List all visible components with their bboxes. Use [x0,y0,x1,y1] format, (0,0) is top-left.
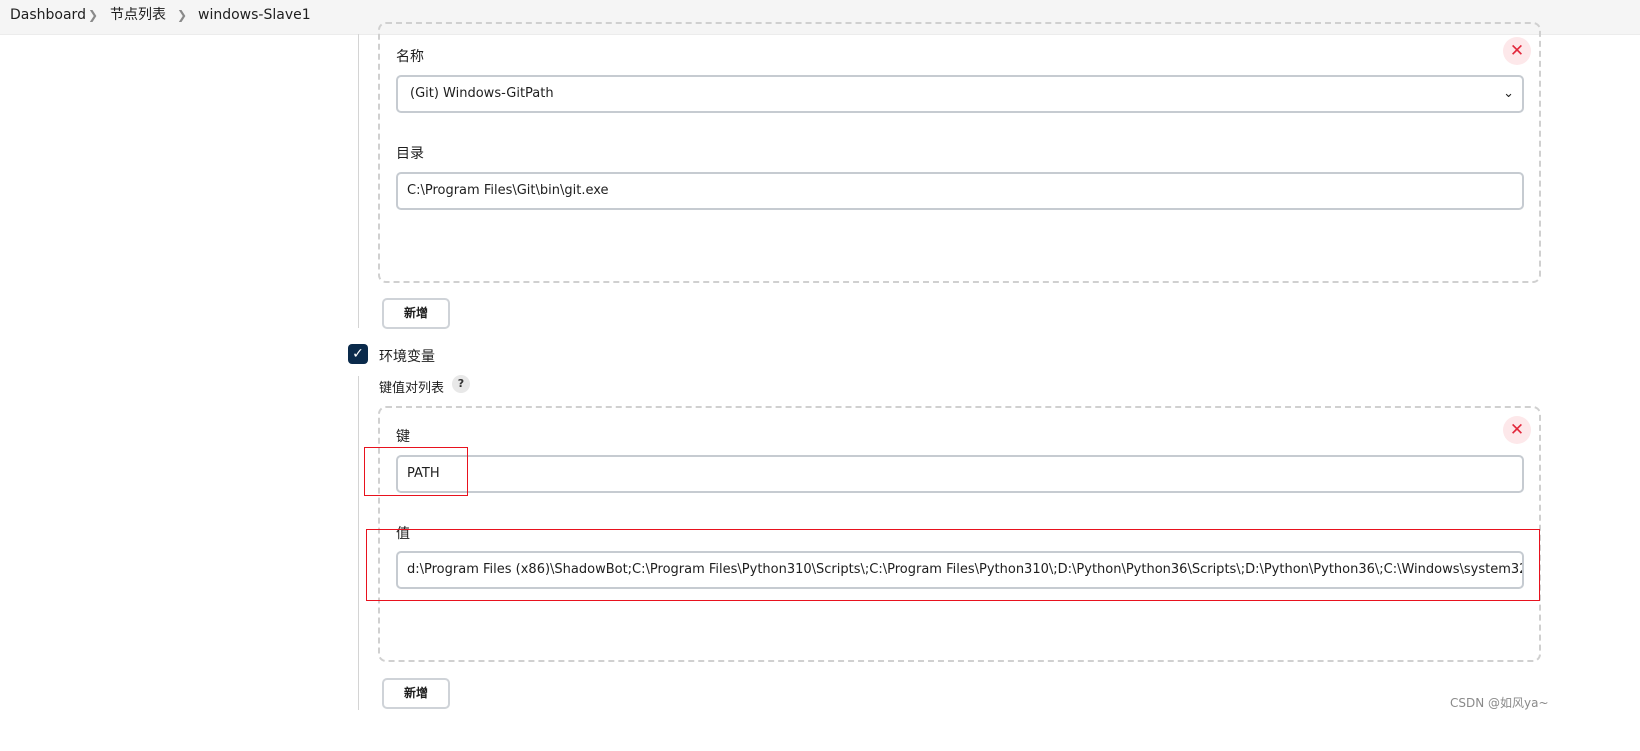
section-guide-line [358,376,359,710]
tool-name-select-value: (Git) Windows-GitPath [410,86,554,101]
chevron-down-icon: ⌄ [1503,86,1514,101]
tool-dir-label: 目录 [396,146,424,162]
tool-dir-input-value: C:\Program Files\Git\bin\git.exe [407,183,609,198]
close-icon: ✕ [1509,420,1525,440]
help-icon[interactable]: ? [452,375,470,393]
delete-env-var-button[interactable]: ✕ [1503,416,1531,444]
breadcrumb-node-name[interactable]: windows-Slave1 [198,0,311,30]
annotation-highlight-key [364,447,468,496]
watermark: CSDN @如风ya~ [1450,696,1549,710]
env-vars-label[interactable]: 环境变量 [379,346,435,366]
annotation-highlight-value [366,529,1540,601]
breadcrumb-node-list[interactable]: 节点列表 [110,0,166,30]
env-key-input[interactable]: PATH [396,455,1524,493]
add-env-var-button[interactable]: 新增 [382,678,450,709]
env-key-label: 键 [396,429,410,445]
kv-list-label: 键值对列表 [379,381,445,396]
tool-dir-input[interactable]: C:\Program Files\Git\bin\git.exe [396,172,1524,210]
chevron-right-icon: ❯ [88,8,99,22]
chevron-right-icon: ❯ [177,8,188,22]
check-icon: ✓ [352,346,364,362]
env-vars-checkbox[interactable]: ✓ [348,344,368,364]
delete-tool-button[interactable]: ✕ [1503,37,1531,65]
add-tool-button[interactable]: 新增 [382,298,450,329]
tool-name-select[interactable]: (Git) Windows-GitPath ⌄ [396,75,1524,113]
tool-location-item [378,22,1541,283]
breadcrumb-dashboard[interactable]: Dashboard [10,0,86,30]
tool-name-label: 名称 [396,49,424,65]
close-icon: ✕ [1509,41,1525,61]
section-guide-line [358,34,359,328]
